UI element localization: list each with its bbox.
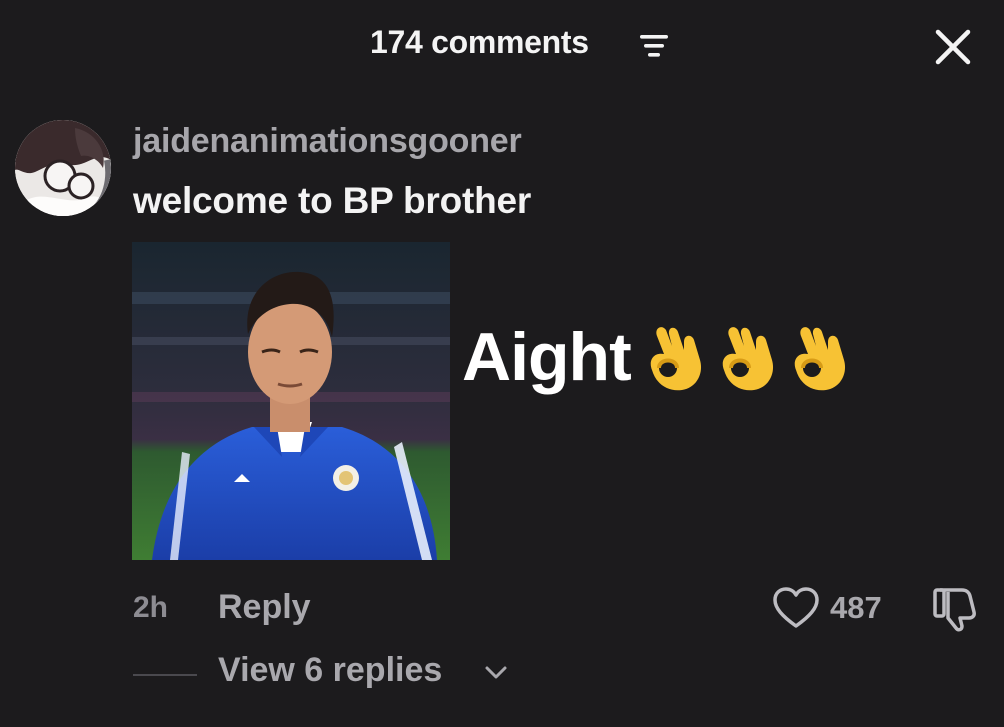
replies-divider (133, 674, 197, 676)
avatar[interactable] (15, 120, 111, 216)
comments-header: 174 comments (0, 0, 1004, 90)
ok-hand-emoji (722, 327, 774, 391)
like-count: 487 (830, 590, 882, 625)
comments-count-title: 174 comments (370, 24, 589, 60)
reply-button[interactable]: Reply (218, 588, 311, 627)
comment-username[interactable]: jaidenanimationsgooner (133, 122, 522, 161)
chevron-down-icon[interactable] (482, 661, 510, 683)
sticker-text: Aight (462, 319, 632, 395)
ok-hand-emoji (794, 327, 846, 391)
comment-media-image[interactable] (132, 242, 450, 560)
filter-icon[interactable] (638, 32, 680, 62)
thumbs-down-icon[interactable] (932, 586, 982, 632)
close-icon[interactable] (930, 24, 976, 70)
heart-icon[interactable] (772, 586, 820, 630)
player-photo (132, 242, 450, 560)
avatar-image (15, 120, 111, 216)
comment-text: welcome to BP brother (133, 180, 532, 221)
comment-timestamp: 2h (133, 591, 169, 624)
view-replies-button[interactable]: View 6 replies (218, 651, 442, 690)
ok-hand-emoji (650, 327, 702, 391)
